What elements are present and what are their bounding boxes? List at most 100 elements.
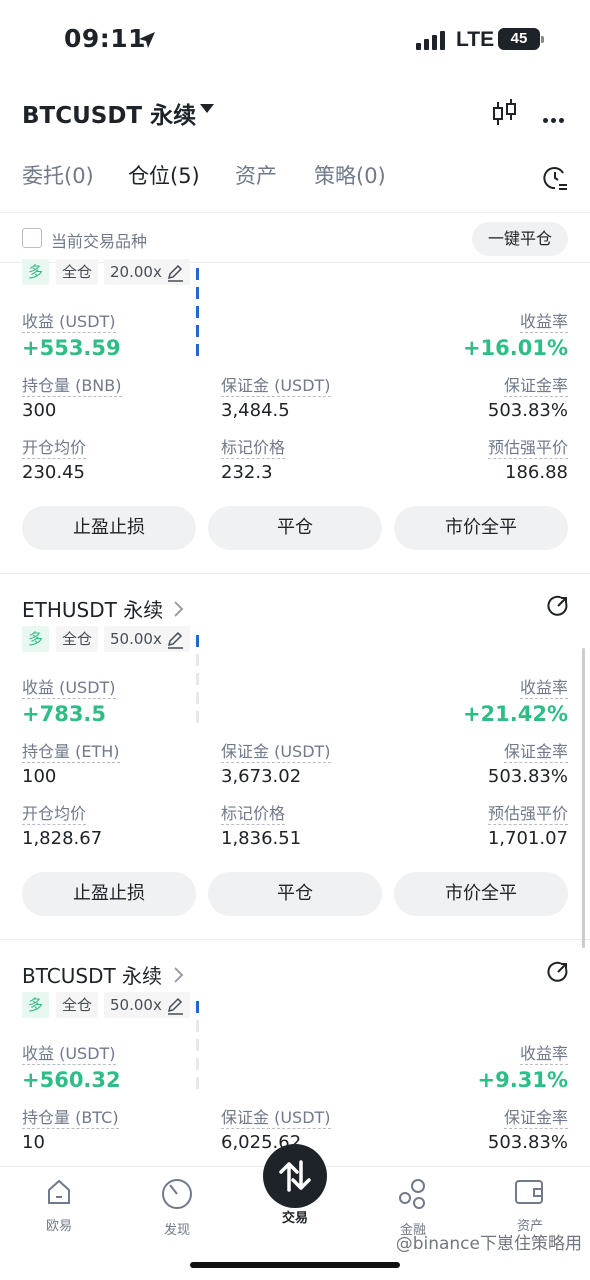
caret-down-icon[interactable] (200, 104, 214, 113)
nav-home[interactable]: 欧易 (9, 1177, 109, 1234)
margin-field: 保证金 (USDT) 3,484.5 (221, 372, 331, 421)
current-symbol-label: 当前交易品种 (51, 232, 148, 251)
market-close-button[interactable]: 市价全平 (394, 506, 568, 550)
pnl-field: 收益 (USDT) +560.32 (22, 1040, 121, 1092)
discover-icon (162, 1179, 192, 1209)
signal-icon (416, 31, 445, 50)
liq-label: 预估强平价 (487, 438, 568, 459)
scrollbar[interactable] (582, 648, 585, 948)
trade-button[interactable] (263, 1144, 327, 1208)
tpsl-button[interactable]: 止盈止损 (22, 506, 196, 550)
liq-field: 预估强平价 1,701.07 (488, 800, 568, 849)
network-type: LTE (456, 28, 495, 51)
size-label: 持仓量 (ETH) (22, 742, 120, 763)
mark-field: 标记价格 1,836.51 (221, 800, 301, 849)
pnl-value: +783.5 (22, 702, 107, 726)
position-card-bnb: 多 全仓 20.00x 收益 (USDT) +553.59 收益率 +16.01… (0, 259, 590, 572)
side-badge: 多 (22, 259, 50, 285)
nav-assets[interactable]: 资产 (480, 1177, 580, 1234)
share-icon[interactable] (546, 960, 570, 984)
margin-ratio-value: 503.83% (487, 400, 568, 421)
close-all-button[interactable]: 一键平仓 (471, 222, 568, 256)
mark-value: 232.3 (221, 462, 273, 483)
margin-label: 保证金 (USDT) (221, 742, 331, 763)
tpsl-button[interactable]: 止盈止损 (22, 872, 196, 916)
nav-label: 欧易 (45, 1219, 72, 1234)
pnl-label: 收益 (USDT) (22, 312, 116, 333)
share-icon[interactable] (546, 594, 570, 618)
status-bar: 09:11 LTE 45 (0, 0, 590, 80)
nav-discover[interactable]: 发现 (127, 1177, 227, 1238)
margin-ratio-field: 保证金率 503.83% (488, 1104, 568, 1153)
size-value: 10 (22, 1132, 45, 1153)
liq-value: 1,701.07 (487, 828, 568, 849)
history-icon[interactable] (542, 165, 568, 191)
current-symbol-checkbox[interactable] (22, 228, 42, 248)
position-symbol[interactable]: BTCUSDT 永续 (22, 960, 162, 989)
roe-field: 收益率 +21.42% (463, 674, 568, 726)
roe-label: 收益率 (519, 1044, 568, 1065)
margin-label: 保证金 (USDT) (221, 1108, 331, 1129)
header: BTCUSDT 永续 (0, 90, 590, 134)
symbol-selector[interactable]: BTCUSDT 永续 (22, 96, 196, 130)
pnl-field: 收益 (USDT) +783.5 (22, 674, 116, 726)
home-indicator[interactable] (190, 1262, 400, 1268)
liq-value: 186.88 (505, 462, 568, 483)
pnl-label: 收益 (USDT) (22, 1044, 116, 1065)
margin-ratio-label: 保证金率 (503, 376, 568, 397)
entry-label: 开仓均价 (22, 804, 87, 825)
liq-label: 预估强平价 (487, 804, 568, 825)
tab-assets[interactable]: 资产 (235, 160, 277, 190)
adl-indicator (196, 632, 201, 723)
more-icon[interactable] (543, 108, 567, 127)
nav-label: 发现 (163, 1223, 190, 1238)
margin-ratio-value: 503.83% (487, 1132, 568, 1153)
size-label: 持仓量 (BNB) (22, 376, 122, 397)
battery-icon: 45 (498, 28, 544, 50)
mark-field: 标记价格 232.3 (221, 434, 286, 483)
home-icon (48, 1179, 70, 1204)
margin-ratio-label: 保证金率 (503, 1108, 568, 1129)
close-position-button[interactable]: 平仓 (208, 506, 382, 550)
position-card-btc: BTCUSDT 永续 多 全仓 50.00x 收益 (USDT) +560.32… (0, 960, 590, 1166)
trade-icon (279, 1160, 311, 1192)
chevron-right-icon[interactable] (172, 600, 184, 618)
margin-ratio-label: 保证金率 (503, 742, 568, 763)
margin-ratio-value: 503.83% (487, 766, 568, 787)
roe-label: 收益率 (519, 678, 568, 699)
close-position-button[interactable]: 平仓 (208, 872, 382, 916)
wallet-icon (515, 1180, 543, 1204)
pnl-value: +560.32 (22, 1068, 121, 1092)
leverage-badge[interactable]: 50.00x (104, 992, 190, 1018)
roe-value: +9.31% (477, 1068, 568, 1092)
margin-mode-badge: 全仓 (56, 992, 99, 1018)
margin-field: 保证金 (USDT) 3,673.02 (221, 738, 331, 787)
margin-ratio-field: 保证金率 503.83% (488, 372, 568, 421)
margin-value: 3,673.02 (221, 766, 302, 787)
market-close-button[interactable]: 市价全平 (394, 872, 568, 916)
tab-positions[interactable]: 仓位(5) (128, 160, 200, 190)
candlestick-chart-icon[interactable] (491, 98, 519, 128)
tab-orders[interactable]: 委托(0) (22, 160, 94, 190)
edit-icon (167, 631, 183, 649)
size-field: 持仓量 (ETH) 100 (22, 738, 120, 787)
filter-row: 当前交易品种 一键平仓 (22, 222, 568, 256)
entry-field: 开仓均价 1,828.67 (22, 800, 102, 849)
mark-value: 1,836.51 (221, 828, 302, 849)
edit-icon (167, 997, 183, 1015)
divider (0, 939, 590, 940)
chevron-right-icon[interactable] (172, 966, 184, 984)
pnl-label: 收益 (USDT) (22, 678, 116, 699)
size-value: 300 (22, 400, 57, 421)
finance-icon (399, 1179, 425, 1209)
tab-strategies[interactable]: 策略(0) (314, 160, 386, 190)
adl-indicator (196, 265, 201, 356)
entry-value: 1,828.67 (22, 828, 103, 849)
location-arrow-icon (139, 32, 155, 48)
roe-value: +21.42% (462, 702, 568, 726)
leverage-badge[interactable]: 50.00x (104, 626, 190, 652)
margin-ratio-field: 保证金率 503.83% (488, 738, 568, 787)
position-symbol[interactable]: ETHUSDT 永续 (22, 594, 163, 623)
leverage-badge[interactable]: 20.00x (104, 259, 190, 285)
entry-value: 230.45 (22, 462, 85, 483)
